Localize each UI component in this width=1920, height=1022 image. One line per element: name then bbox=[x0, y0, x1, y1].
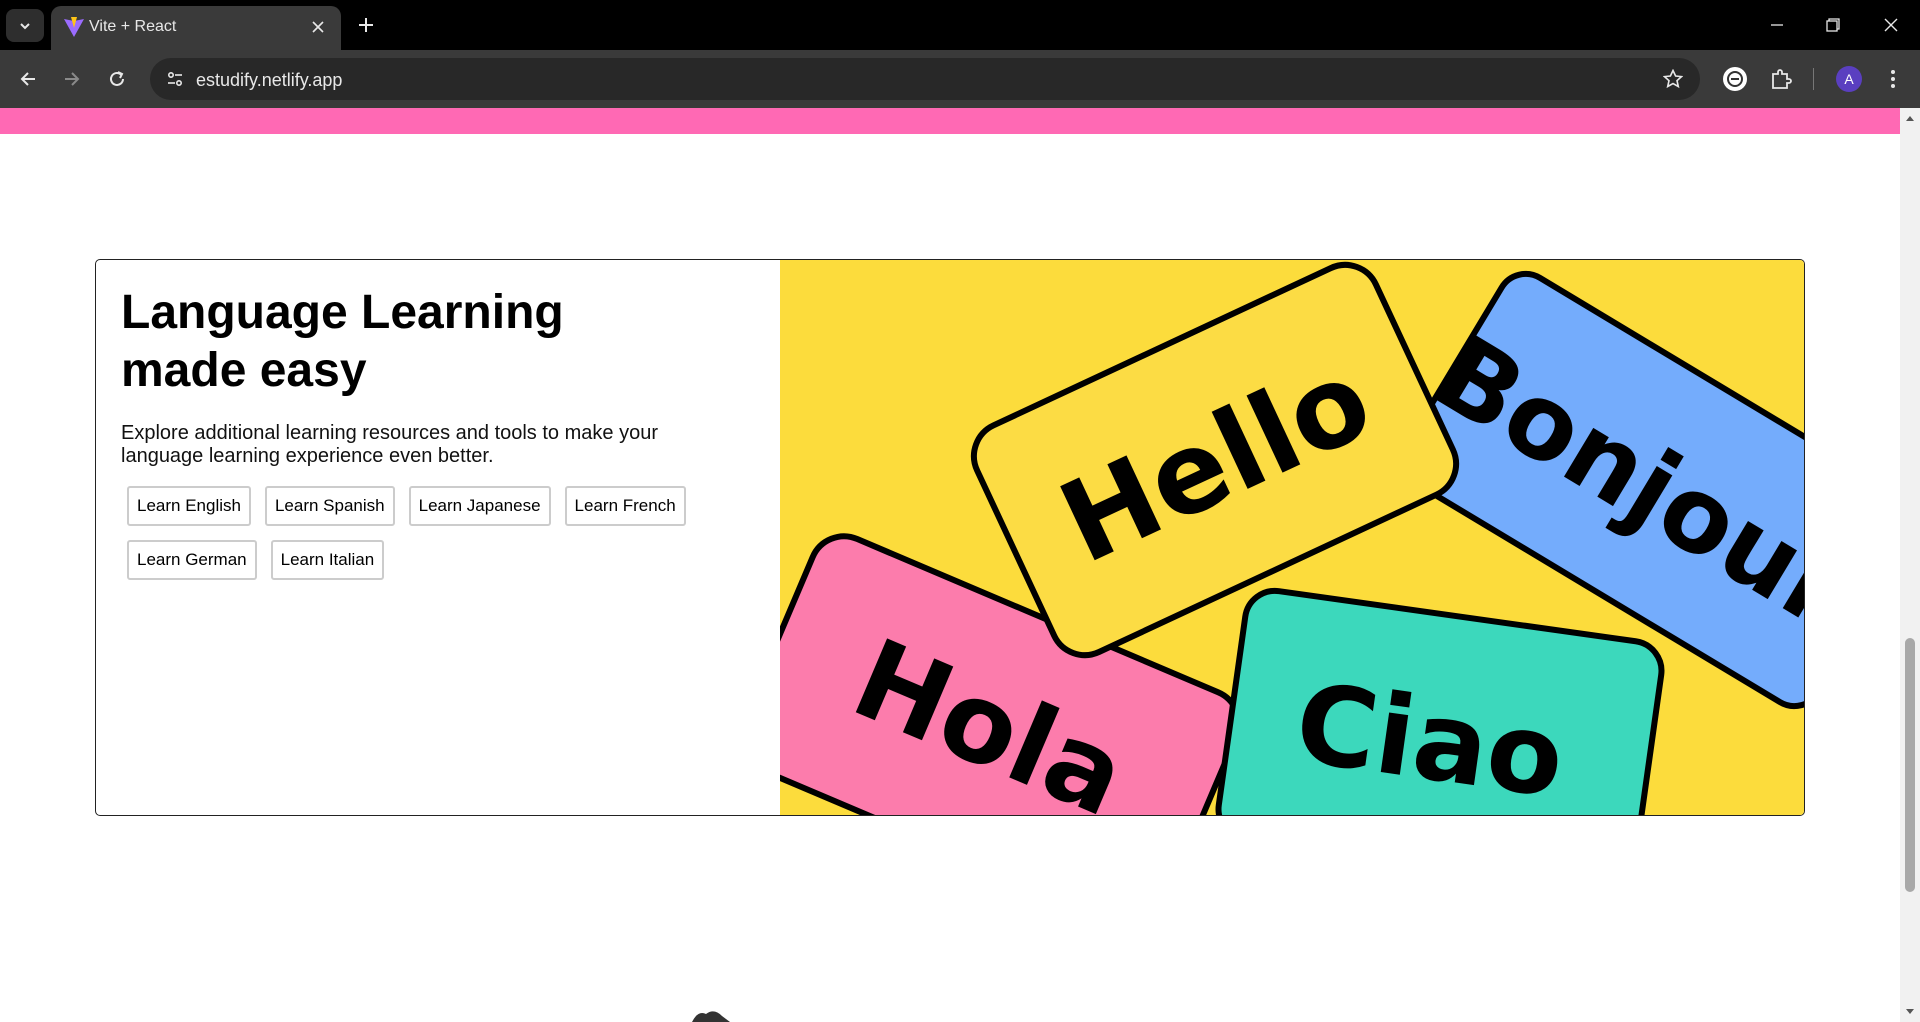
extensions-puzzle-icon[interactable] bbox=[1764, 62, 1798, 96]
restore-icon bbox=[1826, 18, 1840, 32]
browser-toolbar: estudify.netlify.app bbox=[0, 50, 1920, 108]
reload-button[interactable] bbox=[100, 62, 134, 96]
browser-tab-strip: Vite + React bbox=[0, 0, 1920, 50]
tab-close-icon[interactable] bbox=[305, 14, 331, 40]
greetings-illustration: Bonjour Hola Ciao Hello bbox=[780, 260, 1804, 815]
scroll-thumb[interactable] bbox=[1905, 638, 1915, 892]
close-icon bbox=[1884, 18, 1898, 32]
language-learning-card: Language Learning made easy Explore addi… bbox=[95, 259, 1805, 816]
bookmark-star-icon[interactable] bbox=[1660, 66, 1686, 92]
scroll-up-arrow-icon[interactable] bbox=[1904, 112, 1916, 124]
learn-english-button[interactable]: Learn English bbox=[127, 486, 251, 526]
extension-icon[interactable] bbox=[1718, 62, 1752, 96]
card-description: Explore additional learning resources an… bbox=[121, 422, 658, 467]
decorative-blob-icon bbox=[692, 1011, 730, 1022]
reload-icon bbox=[110, 71, 124, 86]
restore-button[interactable] bbox=[1810, 8, 1856, 42]
learn-italian-button[interactable]: Learn Italian bbox=[270, 540, 385, 580]
language-button-group: Learn English Learn Spanish Learn Japane… bbox=[127, 486, 687, 580]
learn-japanese-button[interactable]: Learn Japanese bbox=[408, 486, 551, 526]
arrow-right-icon bbox=[65, 72, 80, 86]
learn-german-button[interactable]: Learn German bbox=[127, 540, 257, 580]
close-window-button[interactable] bbox=[1868, 8, 1914, 42]
header-bottom-strip bbox=[0, 108, 1900, 134]
learn-spanish-button[interactable]: Learn Spanish bbox=[264, 486, 395, 526]
toolbar-divider bbox=[1813, 68, 1814, 90]
more-menu-icon[interactable] bbox=[1876, 62, 1910, 96]
scroll-down-arrow-icon[interactable] bbox=[1904, 1006, 1916, 1018]
card-title: Language Learning made easy bbox=[121, 286, 564, 397]
arrow-left-icon bbox=[20, 72, 35, 86]
address-bar[interactable]: estudify.netlify.app bbox=[150, 58, 1700, 100]
tab-search-button[interactable] bbox=[6, 9, 44, 42]
vite-favicon-icon bbox=[64, 17, 84, 37]
site-info-icon[interactable] bbox=[160, 64, 190, 94]
minimize-button[interactable] bbox=[1754, 8, 1800, 42]
url-text[interactable]: estudify.netlify.app bbox=[196, 70, 342, 91]
learn-french-button[interactable]: Learn French bbox=[564, 486, 686, 526]
card-text-section: Language Learning made easy Explore addi… bbox=[121, 284, 721, 580]
back-button[interactable] bbox=[11, 62, 45, 96]
new-tab-button[interactable] bbox=[352, 11, 380, 39]
chevron-down-icon bbox=[20, 22, 30, 29]
page-scrollbar[interactable] bbox=[1900, 108, 1920, 1022]
page-viewport: Language Learning made easy Explore addi… bbox=[0, 108, 1900, 1022]
forward-button[interactable] bbox=[55, 62, 89, 96]
browser-tab[interactable]: Vite + React bbox=[51, 6, 341, 50]
minimize-icon bbox=[1771, 24, 1783, 26]
tab-title: Vite + React bbox=[89, 18, 177, 35]
plus-icon bbox=[359, 18, 373, 32]
profile-avatar[interactable]: A bbox=[1836, 66, 1862, 92]
